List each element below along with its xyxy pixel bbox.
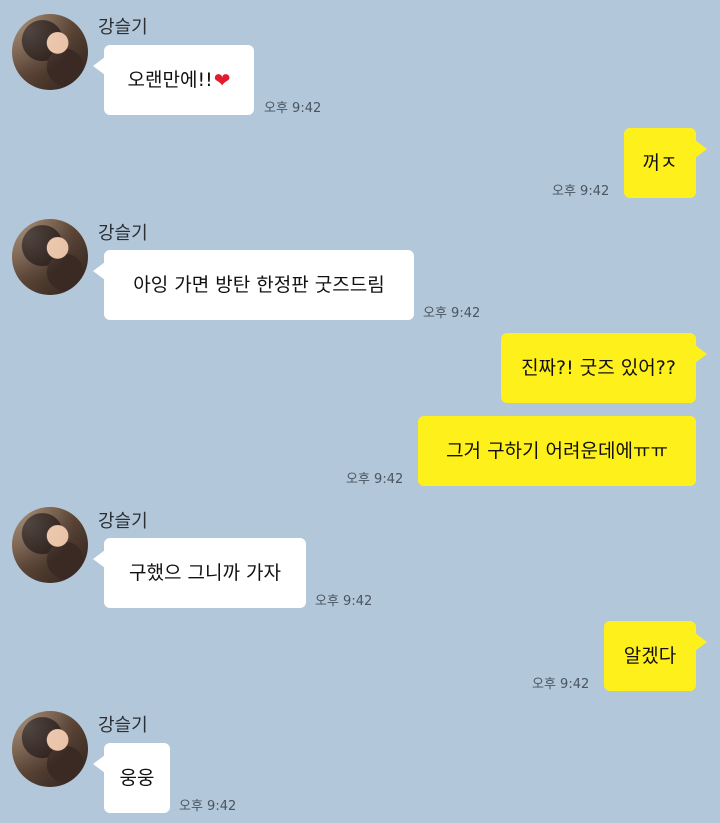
- message-bubble[interactable]: 알겠다: [604, 621, 707, 691]
- message-bubble[interactable]: 그거 구하기 어려운데에ㅠㅠ: [418, 416, 696, 486]
- message-time: 오후 9:42: [315, 594, 373, 609]
- message-bubble[interactable]: 아잉 가면 방탄 한정판 굿즈드림: [93, 250, 414, 320]
- message-bubble[interactable]: 웅웅: [93, 743, 170, 813]
- contact-avatar[interactable]: [12, 219, 88, 295]
- message-text: 그거 구하기 어려운데에ㅠㅠ: [446, 440, 668, 462]
- message-text: 구했으 그니까 가자: [129, 562, 281, 584]
- contact-avatar[interactable]: [12, 507, 88, 583]
- message-bubble[interactable]: 꺼ㅈ: [624, 128, 707, 198]
- message-text: 알겠다: [623, 645, 677, 667]
- message-time: 오후 9:42: [179, 799, 237, 814]
- message-time: 오후 9:42: [423, 306, 481, 321]
- heart-icon: ❤: [213, 68, 231, 92]
- message-bubble[interactable]: 구했으 그니까 가자: [93, 538, 306, 608]
- message-text: 진짜?! 굿즈 있어??: [521, 357, 676, 379]
- message-bubble[interactable]: 오랜만에!! ❤: [93, 45, 254, 115]
- message-time: 오후 9:42: [346, 472, 404, 487]
- contact-avatar[interactable]: [12, 711, 88, 787]
- contact-name: 강슬기: [98, 223, 148, 244]
- message-bubble[interactable]: 진짜?! 굿즈 있어??: [501, 333, 707, 403]
- contact-avatar[interactable]: [12, 14, 88, 90]
- message-time: 오후 9:42: [552, 184, 610, 199]
- message-time: 오후 9:42: [532, 677, 590, 692]
- contact-name: 강슬기: [98, 511, 148, 532]
- message-text: 꺼ㅈ: [642, 152, 678, 174]
- contact-name: 강슬기: [98, 17, 148, 38]
- message-text: 웅웅: [119, 767, 155, 789]
- message-time: 오후 9:42: [264, 101, 322, 116]
- message-text: 오랜만에!!: [127, 69, 213, 91]
- contact-name: 강슬기: [98, 715, 148, 736]
- message-text: 아잉 가면 방탄 한정판 굿즈드림: [133, 274, 385, 296]
